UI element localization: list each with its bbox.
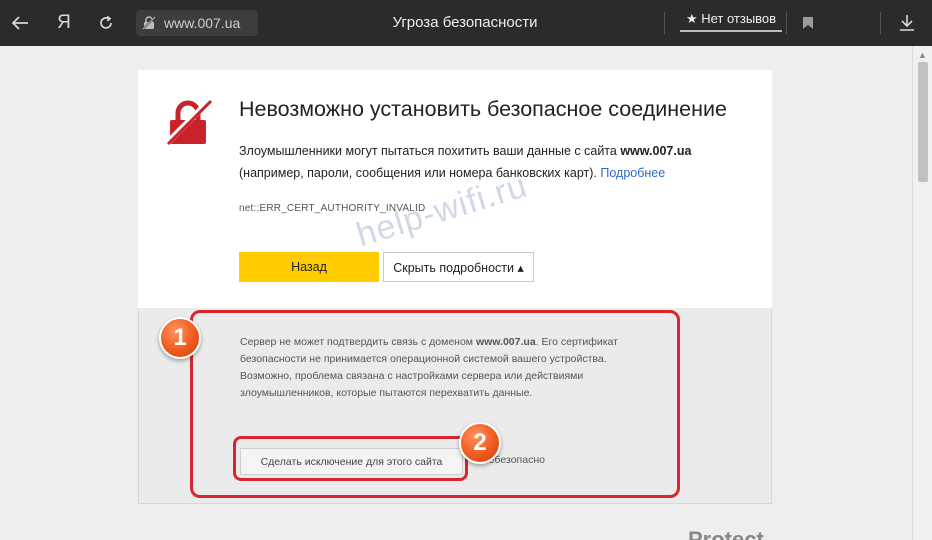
address-bar[interactable]: www.007.ua bbox=[136, 10, 258, 36]
desc-suffix: (например, пароли, сообщения или номера … bbox=[239, 166, 597, 180]
yandex-button[interactable]: Я bbox=[50, 9, 78, 37]
address-url[interactable]: www.007.ua bbox=[164, 15, 240, 31]
back-arrow-icon[interactable] bbox=[6, 9, 34, 37]
more-link[interactable]: Подробнее bbox=[600, 166, 665, 180]
toolbar-divider bbox=[664, 12, 665, 34]
desc-prefix: Злоумышленники могут пытаться похитить в… bbox=[239, 144, 621, 158]
browser-toolbar: Я www.007.ua Угроза безопасности ★ Нет о… bbox=[0, 0, 932, 46]
desc-domain: www.007.ua bbox=[620, 144, 692, 158]
reviews-label: ★ Нет отзывов bbox=[685, 11, 777, 26]
scroll-thumb[interactable] bbox=[918, 62, 928, 182]
page-scrollbar[interactable]: ▲ bbox=[912, 46, 932, 540]
back-button[interactable]: Назад bbox=[239, 252, 379, 282]
step-badge-1: 1 bbox=[159, 317, 201, 359]
hide-details-button[interactable]: Скрыть подробности ▴ bbox=[383, 252, 534, 282]
toolbar-divider bbox=[880, 12, 881, 34]
reviews-button[interactable]: ★ Нет отзывов bbox=[678, 10, 784, 36]
protect-partial-text: Protect bbox=[688, 527, 764, 540]
bookmark-icon[interactable] bbox=[794, 9, 822, 37]
error-heading: Невозможно установить безопасное соедине… bbox=[239, 97, 727, 121]
page-title: Угроза безопасности bbox=[392, 14, 538, 31]
step-badge-2: 2 bbox=[459, 422, 501, 464]
reload-icon[interactable] bbox=[92, 9, 120, 37]
reviews-underline bbox=[680, 30, 782, 32]
broken-lock-warning-icon bbox=[163, 97, 213, 147]
scroll-up-icon[interactable]: ▲ bbox=[918, 50, 927, 60]
download-icon[interactable] bbox=[893, 9, 921, 37]
highlight-frame-exception bbox=[233, 436, 468, 481]
toolbar-divider bbox=[786, 12, 787, 34]
broken-lock-icon[interactable] bbox=[138, 16, 160, 30]
